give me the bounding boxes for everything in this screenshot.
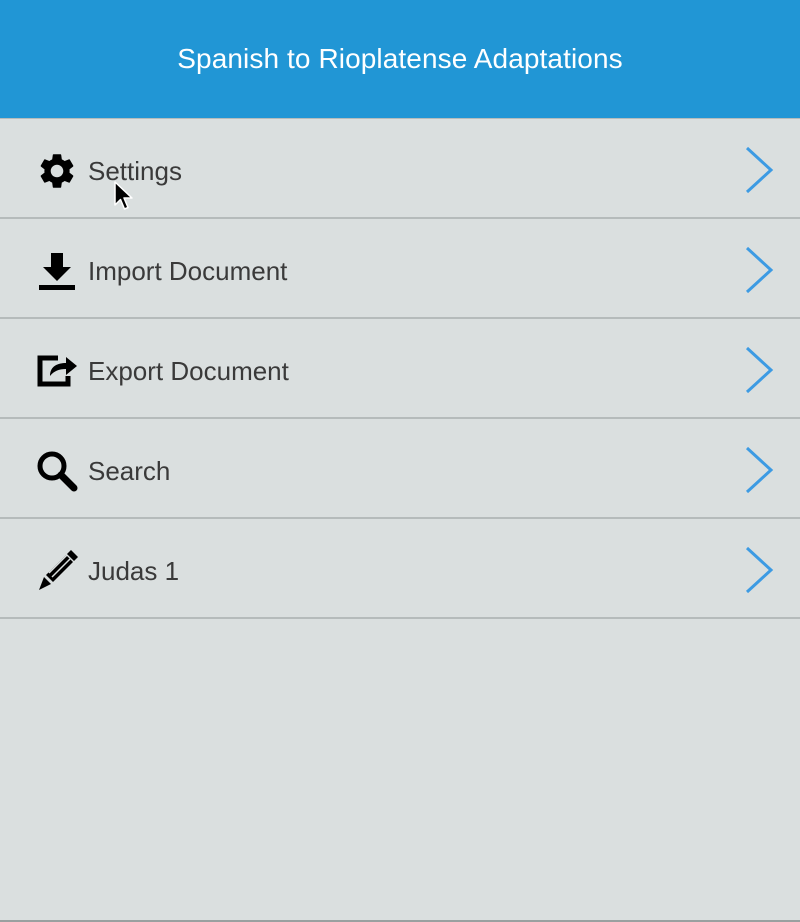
share-icon	[35, 349, 79, 393]
menu-item-import-document[interactable]: Import Document	[0, 219, 800, 319]
download-icon	[35, 249, 79, 293]
menu-label-search: Search	[88, 456, 171, 486]
menu-item-judas-1[interactable]: Judas 1	[0, 519, 800, 619]
chevron-right-icon	[745, 546, 774, 594]
menu-label-import-document: Import Document	[88, 256, 288, 286]
page-title: Spanish to Rioplatense Adaptations	[177, 43, 623, 74]
search-icon	[35, 449, 79, 493]
app-header: Spanish to Rioplatense Adaptations	[0, 0, 800, 119]
chevron-right-icon	[745, 346, 774, 394]
chevron-right-icon	[745, 246, 774, 294]
pencil-icon	[35, 549, 79, 593]
menu-item-search[interactable]: Search	[0, 419, 800, 519]
menu-label-judas-1: Judas 1	[88, 556, 180, 586]
menu-item-export-document[interactable]: Export Document	[0, 319, 800, 419]
gear-icon	[35, 149, 79, 193]
menu-label-export-document: Export Document	[88, 356, 289, 386]
chevron-right-icon	[745, 146, 774, 194]
chevron-right-icon	[745, 446, 774, 494]
mouse-cursor-icon	[114, 181, 133, 210]
